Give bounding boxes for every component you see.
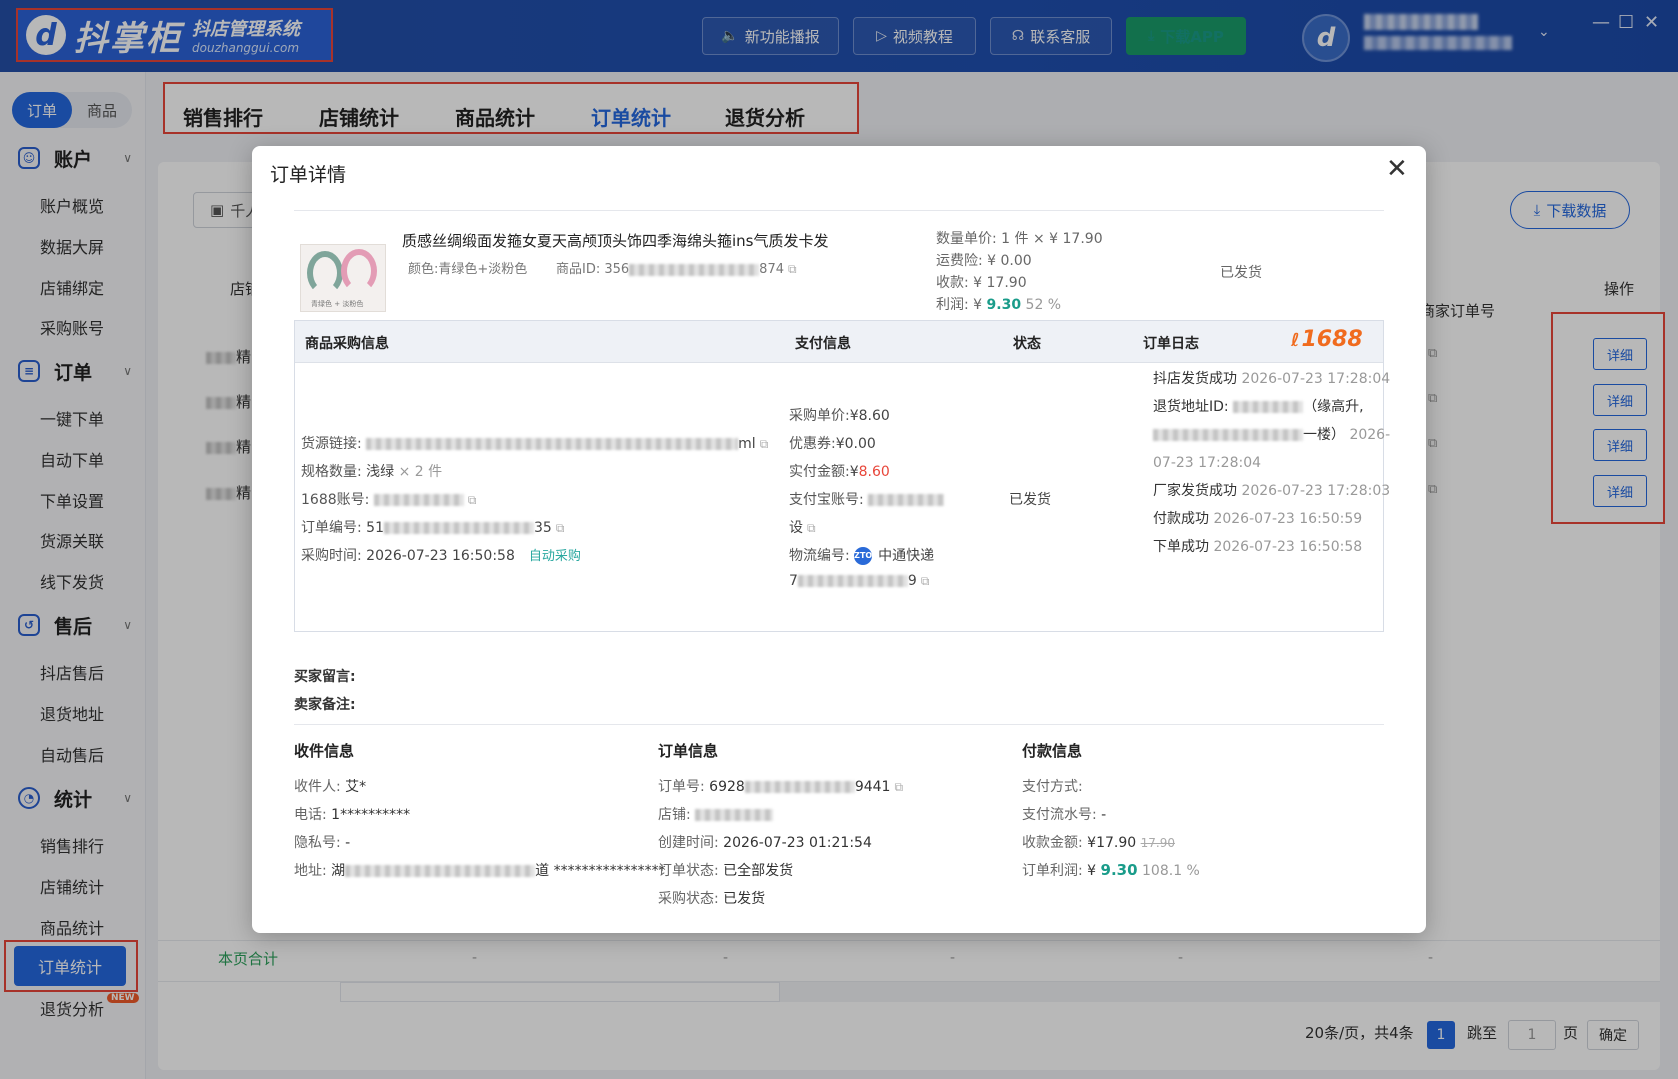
purchase-status: 已发货 (1009, 492, 1051, 508)
purchase-table: 商品采购信息 支付信息 状态 订单日志 ℓ1688 货源链接: ml ⧉ 规格数量… (294, 320, 1390, 632)
payment-method: 支付方式: (1022, 779, 1083, 795)
receiver-name: 收件人: 艾* (294, 779, 367, 795)
modal-title: 订单详情 (270, 164, 347, 186)
product-attr: 颜色:青绿色+淡粉色 (408, 262, 528, 277)
purchase-order-no: 订单编号: 51 35 ⧉ (301, 520, 565, 536)
table-header: 商品采购信息 支付信息 状态 订单日志 ℓ1688 (295, 321, 1383, 363)
alipay-account-tail: 设 ⧉ (789, 520, 816, 536)
payment-info-heading: 付款信息 (1022, 742, 1083, 760)
product-id: 商品ID: 356 874 ⧉ (556, 262, 797, 277)
order-created: 创建时间: 2026-07-23 01:21:54 (658, 835, 872, 851)
order-info-heading: 订单信息 (658, 742, 719, 760)
coupon: 优惠券:¥0.00 (789, 436, 876, 452)
spec-qty: 规格数量: 浅绿 × 2 件 (301, 464, 443, 480)
log-entry: 付款成功 2026-07-23 16:50:59 (1153, 511, 1363, 527)
order-log: 抖店发货成功 2026-07-23 17:28:04 退货地址ID: （缘高升,… (1153, 365, 1397, 561)
product-title: 质感丝绸缎面发箍女夏天高颅顶头饰四季海绵头箍ins气质发卡发 (402, 232, 829, 250)
copy-icon[interactable]: ⧉ (760, 437, 769, 451)
copy-icon[interactable]: ⧉ (894, 780, 903, 794)
zto-icon: ZTO (854, 547, 872, 565)
divider (294, 210, 1384, 211)
alipay-account: 支付宝账号: (789, 489, 945, 509)
order-profit: 订单利润: ¥ 9.30 108.1 % (1022, 861, 1200, 879)
order-status: 订单状态: 已全部发货 (658, 863, 794, 879)
close-icon[interactable]: ✕ (1386, 156, 1408, 182)
order-purchase-status: 采购状态: 已发货 (658, 891, 766, 907)
1688-logo: ℓ1688 (1291, 327, 1363, 352)
product-image: 青绿色 + 淡粉色 (300, 244, 386, 312)
log-entry: 抖店发货成功 2026-07-23 17:28:04 (1153, 371, 1391, 387)
purchase-unit-price: 采购单价:¥8.60 (789, 408, 890, 424)
receiver-heading: 收件信息 (294, 742, 355, 760)
1688-account: 1688账号: ⧉ (301, 492, 477, 508)
seller-note-label: 卖家备注: (294, 697, 356, 713)
copy-icon[interactable]: ⧉ (788, 262, 797, 276)
product-status: 已发货 (1220, 265, 1262, 281)
auto-purchase-link[interactable]: 自动采购 (529, 549, 581, 564)
profit: 利润: ¥ 9.30 52 % (936, 297, 1062, 313)
payment-serial: 支付流水号: - (1022, 807, 1107, 823)
payment-amount: 收款金额: ¥17.90 17.90 (1022, 835, 1175, 851)
order-number: 订单号: 6928 9441 ⧉ (658, 779, 904, 795)
collected-amount: 收款: ¥ 17.90 (936, 275, 1027, 291)
order-detail-modal: 订单详情 ✕ 青绿色 + 淡粉色 质感丝绸缎面发箍女夏天高颅顶头饰四季海绵头箍i… (252, 146, 1426, 933)
qty-price: 数量单价: 1 件 × ¥ 17.90 (936, 231, 1103, 247)
copy-icon[interactable]: ⧉ (468, 493, 477, 507)
copy-icon[interactable]: ⧉ (807, 521, 816, 535)
divider (294, 724, 1384, 725)
paid-amount: 实付金额:¥8.60 (789, 464, 890, 480)
receiver-privacy: 隐私号: - (294, 835, 351, 851)
purchase-time: 采购时间: 2026-07-23 16:50:58 自动采购 (301, 548, 581, 564)
buyer-message-label: 买家留言: (294, 669, 356, 685)
logistics-no: 物流编号: ZTO 中通快递 (789, 547, 935, 565)
log-entry: 下单成功 2026-07-23 16:50:58 (1153, 539, 1363, 555)
source-link: 货源链接: ml ⧉ (301, 436, 769, 452)
shipping-insurance: 运费险: ¥ 0.00 (936, 253, 1032, 269)
log-entry: 厂家发货成功 2026-07-23 17:28:03 (1153, 483, 1391, 499)
tracking-number: 7 9 ⧉ (789, 573, 930, 589)
order-shop: 店铺: (658, 804, 774, 824)
log-entry: 退货地址ID: （缘高升, 一楼） 2026-07-23 17:28:04 (1153, 399, 1391, 471)
receiver-address: 地址: 湖道 **************** (294, 863, 666, 879)
receiver-phone: 电话: 1********** (294, 807, 411, 823)
copy-icon[interactable]: ⧉ (556, 521, 565, 535)
copy-icon[interactable]: ⧉ (921, 574, 930, 588)
